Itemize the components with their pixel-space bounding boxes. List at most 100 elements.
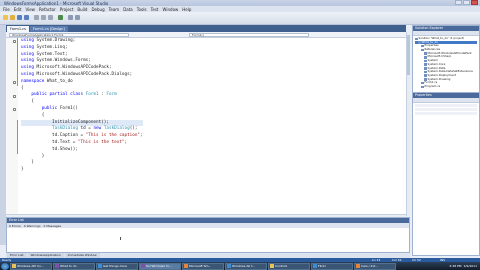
- solution-tree: Solution 'What_to_do' (1 project) What_to…: [413, 36, 479, 90]
- start-debug-icon[interactable]: [58, 15, 63, 20]
- code-line: using Microsoft.WindowsAPICodePack.Dialo…: [21, 72, 143, 79]
- taskbar-button-label: Get things done: [103, 264, 128, 268]
- outline-collapse-icon[interactable]: -: [13, 108, 16, 112]
- code-line: {: [21, 113, 143, 120]
- code-text: }: [21, 160, 34, 166]
- code-keyword: using: [21, 44, 34, 50]
- error-list-filter[interactable]: 0 Errors: [9, 224, 21, 228]
- code-keyword: using: [21, 65, 34, 71]
- copy-icon[interactable]: [41, 15, 46, 20]
- menu-item-refactor[interactable]: Refactor: [39, 7, 56, 12]
- member-dropdown[interactable]: Form1(): [189, 32, 309, 37]
- windows-taskbar: Windows API Co... What to do Get things do…: [0, 262, 480, 270]
- taskbar-button[interactable]: What to do: [53, 262, 95, 270]
- minimize-button[interactable]: [455, 0, 462, 5]
- code-text: {: [21, 112, 45, 118]
- code-line: public partial class Form1 : Form: [21, 92, 143, 99]
- taskbar-button-label: Windows API Co...: [17, 264, 44, 268]
- code-keyword: public: [41, 105, 58, 111]
- code-line: td.Caption = "This is the caption";: [21, 133, 143, 140]
- outline-collapse-icon[interactable]: -: [13, 40, 16, 44]
- open-icon[interactable]: [10, 15, 15, 20]
- cut-icon[interactable]: [34, 15, 39, 20]
- ie-icon: [98, 264, 102, 268]
- taskbar-button-label: What to do: [60, 264, 77, 268]
- code-text: System.Drawing;: [33, 38, 76, 43]
- menu-item-team[interactable]: Team: [109, 7, 120, 12]
- taskbar-button[interactable]: Windows Ab t...: [225, 262, 267, 270]
- error-list-toolbar: 0 Errors 0 Warnings 0 Messages: [7, 223, 409, 228]
- save-all-icon[interactable]: [24, 15, 29, 20]
- window-title: WindowsFormsApplication1 - Microsoft Vis…: [4, 0, 109, 6]
- outline-collapse-icon[interactable]: -: [13, 95, 16, 99]
- menu-item-test[interactable]: Test: [151, 7, 159, 12]
- menu-item-file[interactable]: File: [3, 7, 10, 12]
- file-icon: [415, 37, 418, 41]
- code-string: "This is the text": [77, 139, 125, 145]
- code-line: }: [21, 167, 143, 174]
- taskbar-button[interactable]: Cars / Ind...: [354, 262, 396, 270]
- start-button[interactable]: [1, 262, 9, 270]
- code-text: Form1(): [57, 105, 78, 111]
- menu-item-view[interactable]: View: [25, 7, 35, 12]
- save-icon[interactable]: [17, 15, 22, 20]
- menu-item-debug[interactable]: Debug: [91, 7, 104, 12]
- code-text: Microsoft.WindowsAPICodePack;: [33, 65, 112, 71]
- editor-gutter: - - - -: [6, 38, 18, 214]
- scroll-thumb[interactable]: [407, 35, 410, 75]
- code-keyword: using: [21, 38, 34, 43]
- file-icon: [421, 81, 424, 85]
- code-line: }: [21, 160, 143, 167]
- taskbar-button[interactable]: Controls: [268, 262, 310, 270]
- type-dropdown[interactable]: WindowsFormsApplication1.Form1: [9, 32, 129, 37]
- ie-icon: [227, 264, 231, 268]
- menu-item-edit[interactable]: Edit: [14, 7, 22, 12]
- taskbar-button[interactable]: Sol Windows Vi...: [139, 262, 181, 270]
- code-line: td.Show();: [21, 147, 143, 154]
- taskbar-button[interactable]: Windows API Co...: [10, 262, 52, 270]
- menu-item-help[interactable]: Help: [182, 7, 191, 12]
- folder-icon: [12, 264, 16, 268]
- file-icon: [424, 67, 427, 70]
- code-editor[interactable]: - - - - using System.Drawing; using Syste…: [6, 38, 406, 214]
- taskbar-button-label: Flickr: [318, 264, 327, 268]
- paste-icon[interactable]: [48, 15, 53, 20]
- undo-icon[interactable]: [68, 15, 73, 20]
- code-text: ;: [124, 139, 128, 145]
- menu-item-data[interactable]: Data: [123, 7, 133, 12]
- code-text: System.Windows.Forms;: [33, 58, 91, 64]
- new-project-icon[interactable]: [3, 15, 8, 20]
- code-text: ();: [129, 126, 138, 132]
- code-text: }: [21, 153, 45, 159]
- menu-item-project[interactable]: Project: [60, 7, 74, 12]
- solution-tree-item[interactable]: Program.cs: [415, 85, 477, 89]
- taskbar-button[interactable]: Flickr: [311, 262, 353, 270]
- menu-item-window[interactable]: Window: [163, 7, 179, 12]
- code-keyword: using: [21, 71, 34, 77]
- menu-item-tools[interactable]: Tools: [137, 7, 147, 12]
- mouse-cursor: [120, 237, 121, 240]
- maximize-button[interactable]: [463, 0, 470, 5]
- taskbar-button[interactable]: Microsoft Sm...: [182, 262, 224, 270]
- code-text: What_to_do: [44, 78, 73, 84]
- clock-time: 4:48 PM: [449, 264, 462, 268]
- fx-icon: [356, 264, 360, 268]
- taskbar-button[interactable]: Get things done: [96, 262, 138, 270]
- taskbar-button-label: Cars / Ind...: [361, 264, 379, 268]
- close-button[interactable]: [471, 0, 478, 5]
- code-line: using System.Drawing;: [21, 38, 143, 45]
- code-text: {: [21, 85, 24, 91]
- code-line: using System.Linq;: [21, 45, 143, 52]
- error-list-filter[interactable]: 0 Warnings: [24, 224, 41, 228]
- redo-icon[interactable]: [75, 15, 80, 20]
- file-icon: [421, 85, 424, 89]
- code-keyword: using: [21, 51, 34, 57]
- document-tabs: Form1.cs Form1.cs [Design]: [6, 25, 406, 32]
- error-list-filter[interactable]: 0 Messages: [44, 224, 62, 228]
- vs-icon: [141, 264, 145, 268]
- outline-collapse-icon[interactable]: -: [13, 81, 16, 85]
- menu-item-build[interactable]: Build: [77, 7, 87, 12]
- vertical-scrollbar[interactable]: [406, 32, 410, 216]
